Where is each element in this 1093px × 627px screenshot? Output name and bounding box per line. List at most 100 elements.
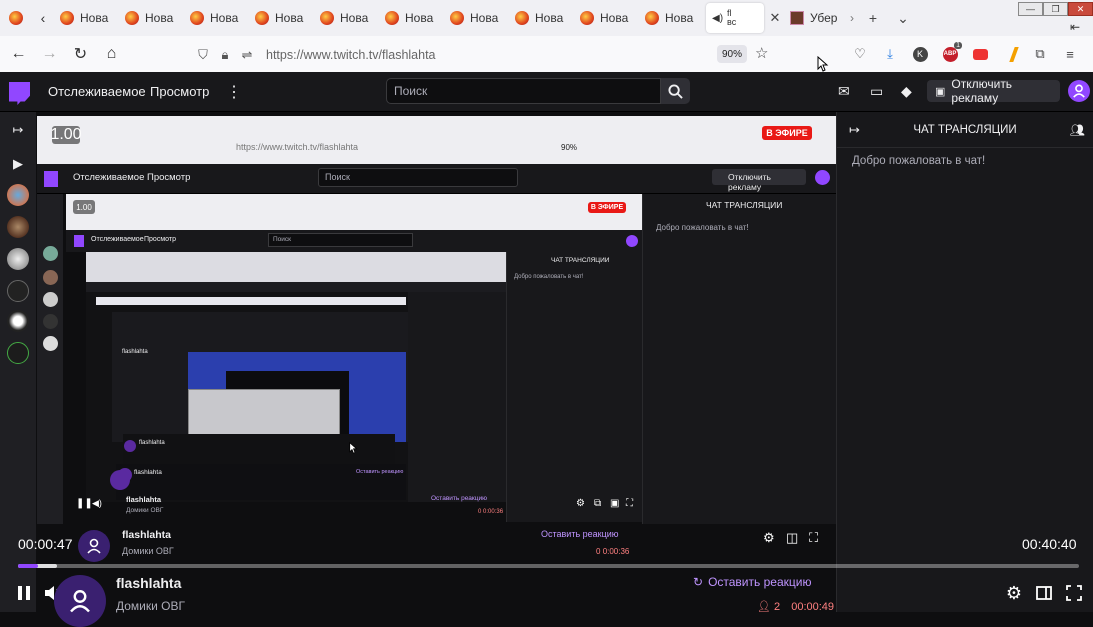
channel-avatar[interactable]	[7, 248, 29, 270]
browser-tab[interactable]: Нова	[314, 0, 379, 36]
nested4-streamer-avatar	[124, 440, 136, 452]
theatre-mode-icon[interactable]	[1034, 583, 1054, 603]
scroll-tabs-left-icon[interactable]: ‹	[32, 0, 54, 36]
chat-users-icon[interactable]: 👥︎	[1070, 123, 1085, 137]
minimize-icon[interactable]: —	[1018, 2, 1043, 16]
user-avatar[interactable]	[1068, 80, 1090, 102]
expand-sidebar-icon[interactable]: ↦	[8, 120, 28, 140]
tab-favicon-icon	[645, 11, 659, 25]
leave-reaction-button[interactable]: ↻ Оставить реакцию	[693, 575, 811, 589]
video-player[interactable]: 1.00 https://www.twitch.tv/flashlahta 90…	[36, 112, 836, 612]
nested2-nav-browse: Просмотр	[144, 236, 176, 243]
browser-tab[interactable]: Нова	[574, 0, 639, 36]
seek-bar-played	[18, 564, 39, 568]
nested-browser-chrome	[37, 116, 836, 164]
firefox-tab-icon[interactable]	[0, 0, 32, 36]
home-icon[interactable]: ⌂	[96, 36, 127, 72]
reload-icon[interactable]: ↻	[65, 36, 96, 72]
browser-tab[interactable]: Нова	[379, 0, 444, 36]
nested2-twitch-logo-icon	[74, 235, 84, 247]
permissions-icon[interactable]: ⇌	[236, 47, 258, 63]
browser-tab[interactable]: Нова	[509, 0, 574, 36]
duration: 00:40:40	[1022, 536, 1077, 552]
chevron-right-icon[interactable]: ›	[850, 11, 854, 25]
tab-favicon-icon	[255, 11, 269, 25]
channel-avatar[interactable]	[7, 310, 29, 332]
browser-tab-strip: ‹ Нова Нова Нова Нова Нова Нова Нова Нов…	[0, 0, 1093, 36]
whispers-icon[interactable]: ▭	[870, 83, 883, 100]
more-dots-icon[interactable]: ⋮	[226, 82, 242, 102]
nested-twitch-logo-icon	[44, 171, 58, 187]
nested4-streamer-name: flashlahta	[139, 440, 165, 446]
browser-tab[interactable]: Нова	[444, 0, 509, 36]
restore-icon[interactable]: ❐	[1043, 2, 1068, 16]
nav-browse-link[interactable]: Просмотр	[150, 84, 209, 99]
fullscreen-icon[interactable]	[1064, 583, 1084, 603]
chat-header: ↦ ЧАТ ТРАНСЛЯЦИИ 👥︎	[837, 112, 1093, 148]
browser-tab[interactable]: Нова	[184, 0, 249, 36]
new-tab-icon[interactable]: +	[858, 0, 888, 36]
settings-gear-icon[interactable]: ⚙	[1004, 583, 1024, 603]
browser-tab[interactable]: Нова	[639, 0, 704, 36]
nested2-streamer-avatar	[110, 470, 130, 490]
url-text[interactable]: https://www.twitch.tv/flashlahta	[266, 48, 436, 62]
adblock-icon[interactable]: ABP 1	[940, 42, 962, 64]
back-icon[interactable]: ←	[3, 36, 34, 72]
pocket-icon[interactable]: ♡	[850, 44, 870, 64]
collapse-chat-icon[interactable]: ↦	[849, 122, 860, 138]
search-input[interactable]: Поиск	[386, 78, 661, 104]
lock-icon[interactable]: 🔒︎	[214, 47, 236, 63]
nested3-streamer-name: flashlahta	[134, 469, 162, 476]
nested-zoom: 90%	[561, 143, 578, 152]
close-window-icon[interactable]: ✕	[1068, 2, 1093, 16]
extensions-puzzle-icon[interactable]: ⧉	[1030, 44, 1050, 64]
tab-title: Нова	[80, 11, 109, 25]
streamer-name[interactable]: flashlahta	[116, 575, 181, 591]
channel-avatar[interactable]	[7, 184, 29, 206]
inbox-icon[interactable]: ✉	[838, 83, 850, 100]
bookmark-star-icon[interactable]: ☆	[755, 44, 768, 62]
channel-avatar[interactable]	[7, 342, 29, 364]
nested2-uptime: 0 0:00:36	[478, 509, 504, 515]
nested2-react: Оставить реакцию	[431, 495, 487, 502]
youtube-extension-icon[interactable]	[970, 44, 990, 64]
tab-title: Нова	[145, 11, 174, 25]
browser-tab-active[interactable]: ◀) fl вс	[706, 3, 764, 33]
disable-ads-button[interactable]: ▣ Отключить рекламу	[927, 77, 1060, 105]
browser-tab[interactable]: Убер ›	[784, 0, 858, 36]
browser-tab[interactable]: Нова	[119, 0, 184, 36]
list-tabs-icon[interactable]: ⌄	[888, 0, 918, 36]
close-tab-icon[interactable]: ✕	[766, 0, 784, 36]
browser-tab[interactable]: Нова	[249, 0, 314, 36]
forward-icon[interactable]: →	[34, 36, 65, 72]
crown-icon[interactable]: ◆	[901, 83, 912, 100]
speaker-icon[interactable]: ◀)	[712, 13, 723, 24]
zoom-level[interactable]: 90%	[717, 45, 747, 63]
nested3-react: Оставить реакцию	[356, 469, 404, 475]
nav-following-link[interactable]: Отслеживаемое	[48, 84, 146, 99]
shield-icon[interactable]: ⛉	[192, 47, 214, 63]
stream-game[interactable]: Домики ОВГ	[116, 599, 185, 613]
menu-icon[interactable]: ≡	[1060, 44, 1080, 64]
vpn-extension-icon[interactable]	[1000, 44, 1020, 64]
pause-icon[interactable]	[14, 583, 34, 603]
playback-speed[interactable]: 1.00	[50, 126, 82, 144]
channel-avatar[interactable]	[7, 216, 29, 238]
nested2-volume-icon: ◀)	[92, 498, 102, 508]
browser-tab[interactable]: Нова	[54, 0, 119, 36]
reaction-icon: ↻	[693, 575, 704, 589]
nested-chat-header: ЧАТ ТРАНСЛЯЦИИ	[706, 200, 783, 210]
nested2-chat-welcome: Добро пожаловать в чат!	[514, 274, 584, 280]
k-extension-label: K	[912, 46, 928, 62]
channel-avatar[interactable]	[7, 280, 29, 302]
nested2-game: Домики ОВГ	[126, 507, 164, 514]
k-extension-icon[interactable]: K	[910, 44, 930, 64]
search-icon[interactable]	[661, 78, 690, 104]
url-bar[interactable]: ⛉ 🔒︎ ⇌ https://www.twitch.tv/flashlahta	[192, 41, 782, 68]
streamer-avatar[interactable]	[54, 575, 106, 627]
tab-favicon-icon	[580, 11, 594, 25]
seek-bar[interactable]	[18, 564, 1079, 568]
download-icon[interactable]: ⤓	[880, 44, 900, 64]
arrow-left-icon[interactable]: ⇤	[1070, 20, 1080, 34]
nested3-chrome	[86, 252, 506, 282]
